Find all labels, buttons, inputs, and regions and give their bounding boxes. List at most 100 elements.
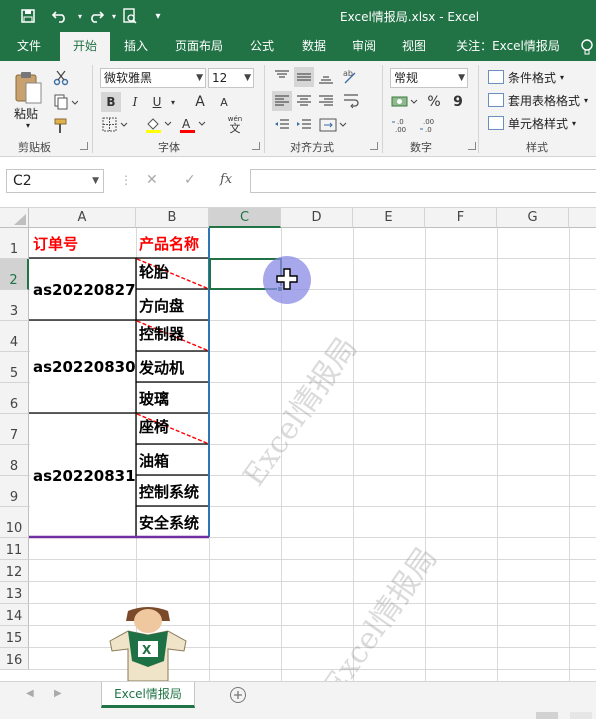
percent-button[interactable]: % bbox=[424, 92, 444, 112]
number-group-label: 数字 bbox=[410, 141, 432, 154]
tab-data[interactable]: 数据 bbox=[294, 32, 334, 61]
italic-button[interactable]: I bbox=[125, 92, 145, 112]
cell-b4[interactable]: 控制器 bbox=[139, 321, 184, 348]
underline-button[interactable]: U bbox=[147, 92, 167, 112]
group-divider bbox=[478, 65, 479, 153]
orientation-icon[interactable]: ab bbox=[340, 67, 366, 87]
svg-text:.0: .0 bbox=[425, 126, 432, 134]
align-center-icon[interactable] bbox=[294, 91, 314, 111]
svg-text:A: A bbox=[182, 117, 191, 131]
cut-icon[interactable] bbox=[52, 69, 70, 87]
drag-handle-icon[interactable]: ⋮ bbox=[120, 173, 132, 187]
cell-b8[interactable]: 油箱 bbox=[139, 445, 169, 476]
cell-b3[interactable]: 方向盘 bbox=[139, 290, 184, 321]
increase-decimal-icon[interactable]: .0.00 bbox=[390, 115, 416, 135]
font-launcher-icon[interactable] bbox=[252, 142, 260, 150]
customize-toolbar-icon[interactable]: ▾ bbox=[148, 6, 168, 26]
cell-b7[interactable]: 座椅 bbox=[139, 414, 169, 441]
number-launcher-icon[interactable] bbox=[468, 142, 476, 150]
number-format-select[interactable]: 常规 ▼ bbox=[390, 68, 468, 88]
decrease-decimal-icon[interactable]: .00.0 bbox=[418, 115, 444, 135]
undo-icon[interactable] bbox=[50, 6, 70, 26]
tab-review[interactable]: 审阅 bbox=[344, 32, 384, 61]
accounting-format-icon[interactable] bbox=[390, 92, 420, 112]
clipboard-launcher-icon[interactable] bbox=[80, 142, 88, 150]
cancel-icon[interactable]: ✕ bbox=[146, 172, 158, 188]
phonetic-button[interactable]: wén 文 bbox=[222, 113, 248, 135]
cell-b2[interactable]: 轮胎 bbox=[139, 259, 169, 286]
ribbon: 粘贴 ▾ 剪贴板 微软雅黑▼ 12▼ B I U ▾ A A A wén文 bbox=[0, 61, 596, 157]
cell-styles-button[interactable]: 单元格样式 ▾ bbox=[488, 114, 576, 132]
ribbon-tabs: 文件 开始 插入 页面布局 公式 数据 审阅 视图 关注：Excel情报局 bbox=[0, 32, 596, 61]
sheet-tab[interactable]: Excel情报局 bbox=[101, 682, 195, 708]
font-size-select[interactable]: 12 ▼ bbox=[208, 68, 254, 88]
group-divider bbox=[264, 65, 265, 153]
fill-color-icon[interactable] bbox=[144, 115, 174, 135]
format-as-table-button[interactable]: 套用表格格式 ▾ bbox=[488, 91, 588, 109]
cell-styles-icon bbox=[488, 116, 504, 130]
next-sheet-icon[interactable]: ▶ bbox=[54, 688, 62, 699]
font-color-icon[interactable]: A bbox=[178, 115, 208, 135]
conditional-formatting-button[interactable]: 条件格式 ▾ bbox=[488, 68, 564, 86]
prev-sheet-icon[interactable]: ◀ bbox=[26, 688, 34, 699]
normal-view-icon[interactable] bbox=[536, 712, 558, 719]
cell-b10[interactable]: 安全系统 bbox=[139, 507, 199, 538]
lightbulb-icon[interactable] bbox=[580, 38, 596, 56]
paste-label[interactable]: 粘贴 bbox=[14, 105, 38, 122]
cell-b5[interactable]: 发动机 bbox=[139, 352, 184, 383]
format-painter-icon[interactable] bbox=[52, 117, 70, 135]
comma-style-button[interactable]: 9 bbox=[448, 92, 468, 112]
cell-b6[interactable]: 玻璃 bbox=[139, 383, 169, 414]
cell-a4-merged[interactable]: as20220830 bbox=[33, 321, 136, 413]
bold-button[interactable]: B bbox=[101, 92, 121, 112]
merge-center-icon[interactable] bbox=[318, 115, 348, 135]
tab-follow[interactable]: 关注：Excel情报局 bbox=[446, 32, 570, 61]
increase-indent-icon[interactable] bbox=[294, 115, 314, 135]
clipboard-group-label: 剪贴板 bbox=[18, 141, 51, 154]
enter-icon[interactable]: ✓ bbox=[184, 172, 196, 188]
grow-font-button[interactable]: A bbox=[190, 92, 210, 112]
svg-text:.00: .00 bbox=[395, 126, 406, 134]
underline-dropdown-icon[interactable]: ▾ bbox=[168, 92, 178, 112]
font-name-select[interactable]: 微软雅黑 ▼ bbox=[100, 68, 206, 88]
cell-a7-merged[interactable]: as20220831 bbox=[33, 414, 136, 537]
status-bar bbox=[0, 711, 596, 719]
tab-insert[interactable]: 插入 bbox=[114, 32, 158, 61]
tab-view[interactable]: 视图 bbox=[394, 32, 434, 61]
excel-window: ▾ ▾ ▾ Excel情报局.xlsx - Excel 文件 开始 插入 页面布… bbox=[0, 0, 596, 719]
wrap-text-icon[interactable] bbox=[340, 91, 366, 111]
align-bottom-icon[interactable] bbox=[316, 67, 336, 87]
borders-icon[interactable] bbox=[101, 115, 131, 135]
align-top-icon[interactable] bbox=[272, 67, 292, 87]
cell-b9[interactable]: 控制系统 bbox=[139, 476, 199, 507]
svg-text:X: X bbox=[142, 643, 152, 657]
tab-formulas[interactable]: 公式 bbox=[242, 32, 282, 61]
align-middle-icon[interactable] bbox=[294, 67, 314, 87]
cell-a2-merged[interactable]: as20220827 bbox=[33, 259, 136, 320]
align-right-icon[interactable] bbox=[316, 91, 336, 111]
shrink-font-button[interactable]: A bbox=[214, 92, 234, 112]
plus-icon[interactable] bbox=[229, 686, 247, 704]
tab-page-layout[interactable]: 页面布局 bbox=[168, 32, 230, 61]
align-left-icon[interactable] bbox=[272, 91, 292, 111]
paste-icon[interactable] bbox=[10, 67, 46, 107]
formula-bar: C2 ▼ ⋮ ✕ ✓ fx bbox=[0, 157, 596, 208]
tab-home[interactable]: 开始 bbox=[60, 32, 110, 61]
page-layout-view-icon[interactable] bbox=[570, 712, 592, 719]
copy-icon[interactable] bbox=[52, 93, 80, 111]
paste-dropdown-icon[interactable]: ▾ bbox=[26, 121, 30, 130]
insert-function-icon[interactable]: fx bbox=[220, 172, 232, 187]
print-preview-icon[interactable] bbox=[120, 6, 140, 26]
styles-group-label: 样式 bbox=[526, 141, 548, 154]
cell-b1[interactable]: 产品名称 bbox=[139, 228, 199, 259]
save-icon[interactable] bbox=[18, 6, 38, 26]
window-title: Excel情报局.xlsx - Excel bbox=[340, 10, 480, 24]
alignment-launcher-icon[interactable] bbox=[370, 142, 378, 150]
decrease-indent-icon[interactable] bbox=[272, 115, 292, 135]
cell-a1[interactable]: 订单号 bbox=[33, 228, 78, 259]
worksheet-grid[interactable]: A B C D E F G 1 2 3 4 5 6 7 8 9 10 11 12… bbox=[0, 208, 596, 681]
redo-icon[interactable] bbox=[86, 6, 106, 26]
name-box[interactable]: C2 ▼ bbox=[6, 169, 104, 193]
formula-input[interactable] bbox=[250, 169, 596, 193]
tab-file[interactable]: 文件 bbox=[6, 32, 52, 61]
